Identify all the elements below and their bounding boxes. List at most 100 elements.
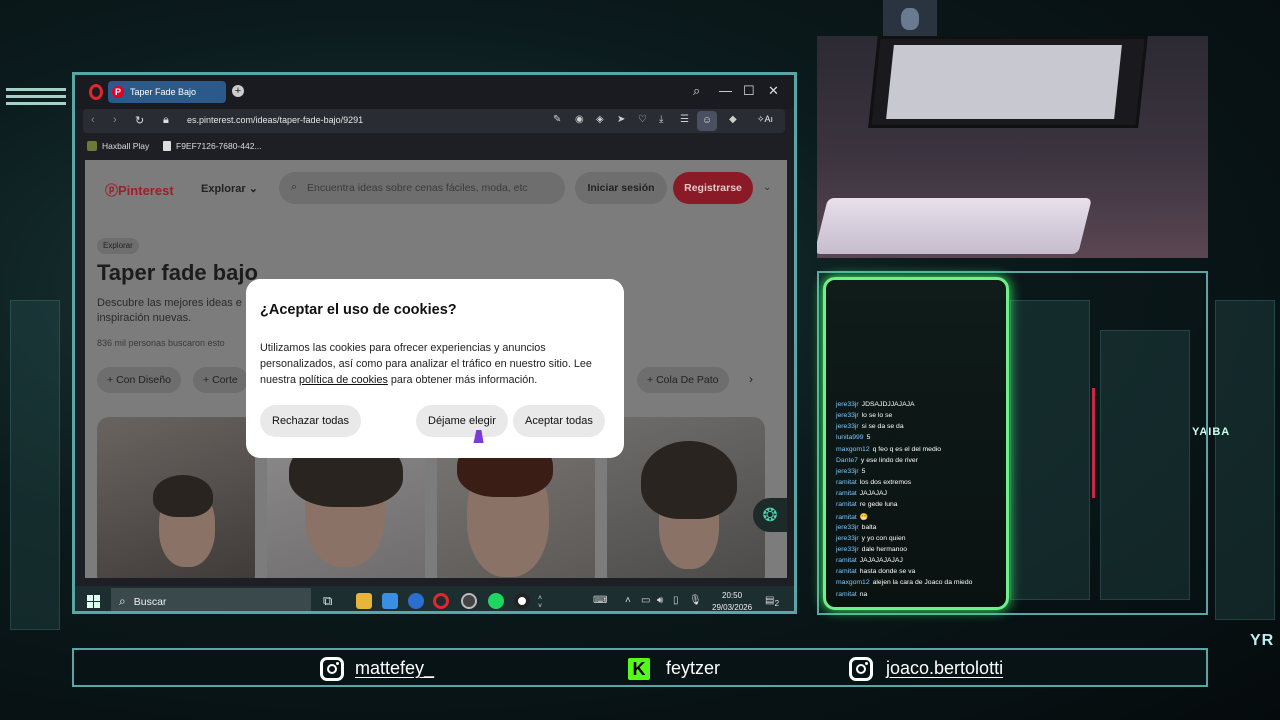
battery-icon[interactable]: ▯ (673, 595, 679, 606)
chat-username[interactable]: ramitat (836, 557, 857, 564)
chat-username[interactable]: ramitat (836, 591, 857, 598)
chat-username[interactable]: ramitat (836, 501, 857, 508)
clock-date: 29/03/2026 (712, 603, 753, 612)
minimize-icon[interactable]: — (719, 83, 732, 98)
accept-all-button[interactable]: Aceptar todas (513, 405, 605, 437)
chat-username[interactable]: jere33jr (836, 524, 859, 531)
camera-icon[interactable]: ◉ (575, 114, 584, 125)
instagram-icon (849, 657, 873, 681)
chip-cola-de-pato[interactable]: + Cola De Pato (637, 367, 729, 393)
new-tab-icon[interactable]: + (232, 85, 244, 97)
explore-menu[interactable]: Explorar ⌄ (201, 182, 258, 195)
edit-icon[interactable]: ✎ (553, 114, 561, 125)
chevron-up-icon[interactable]: ˄ (625, 595, 631, 606)
chat-username[interactable]: jere33jr (836, 401, 859, 408)
browser-tab[interactable]: P Taper Fade Bajo (108, 81, 226, 103)
chat-username[interactable]: lunita999 (836, 434, 864, 441)
obs-icon[interactable] (461, 593, 477, 609)
network-icon[interactable]: ▭ (641, 595, 650, 606)
scroll-arrows-icon[interactable]: ˄ ˅ (538, 595, 542, 611)
notifications-icon[interactable]: ▤2 (765, 595, 779, 608)
chat-username[interactable]: ramitat (836, 568, 857, 575)
heart-icon[interactable]: ♡ (638, 114, 647, 125)
pin-image[interactable] (97, 417, 255, 578)
forward-icon[interactable]: › (113, 114, 117, 126)
search-placeholder: Encuentra ideas sobre cenas fáciles, mod… (307, 182, 528, 194)
opera-taskbar-icon[interactable] (433, 593, 449, 609)
chat-username[interactable]: Dante7 (836, 457, 858, 464)
menu-icon[interactable]: ☰ (680, 114, 689, 125)
background-stripes (6, 88, 66, 108)
kick-icon: K (628, 658, 650, 680)
chat-username[interactable]: ramitat (836, 479, 857, 486)
background-building (10, 300, 60, 630)
stream-chat: jere33jr JDSAJDJJAJAJA jere33jr lo se lo se… (823, 277, 1009, 610)
close-icon[interactable]: ✕ (768, 83, 779, 99)
chat-username[interactable]: jere33jr (836, 423, 859, 430)
instagram-handle-1[interactable]: mattefey_ (355, 658, 434, 679)
chat-username[interactable]: jere33jr (836, 546, 859, 553)
send-icon[interactable]: ➤ (617, 114, 625, 125)
chip-corte[interactable]: + Corte (193, 367, 248, 393)
chevron-down-icon[interactable]: ⌄ (763, 182, 771, 193)
kick-handle[interactable]: feytzer (666, 658, 720, 679)
keyboard-icon[interactable]: ⌨ (593, 595, 607, 606)
windows-start-icon[interactable] (87, 595, 100, 608)
cookie-text: para obtener más información. (387, 374, 538, 386)
chevron-right-icon[interactable]: › (749, 372, 753, 386)
pin-image[interactable] (607, 417, 765, 578)
store-icon[interactable] (382, 593, 398, 609)
let-me-choose-button[interactable]: Déjame elegir (416, 405, 508, 437)
reject-all-button[interactable]: Rechazar todas (260, 405, 362, 437)
pin-hair (641, 441, 737, 519)
taskbar-clock[interactable]: 20:50 29/03/2026 (712, 590, 753, 612)
microphone-icon[interactable]: 🎙︎ (689, 595, 702, 606)
volume-icon[interactable]: 🔊︎ (657, 595, 663, 606)
assistant-icon[interactable]: ❂ (753, 498, 787, 532)
chat-username[interactable]: ramitat (836, 514, 857, 521)
download-icon[interactable]: ⤓ (659, 114, 663, 125)
chat-message: ramitat los dos extremos (836, 479, 911, 486)
back-icon[interactable]: ‹ (91, 114, 95, 126)
url-input[interactable]: es.pinterest.com/ideas/taper-fade-bajo/9… (187, 115, 363, 125)
corner-sign: YR (1250, 632, 1275, 649)
chat-message: maxgom12 q feo q es el del medio (836, 446, 941, 453)
chat-username[interactable]: jere33jr (836, 412, 859, 419)
chat-username[interactable]: maxgom12 (836, 446, 870, 453)
windows-taskbar: ⌕ Buscar ⧉ ˄ ˅ ⌨ ˄ ▭ 🔊︎ ▯ 🎙︎ 20:50 29/03/… (75, 586, 794, 612)
cookie-policy-link[interactable]: política de cookies (299, 374, 388, 386)
chat-message: ramitat hasta donde se va (836, 568, 915, 575)
mail-icon[interactable] (408, 593, 424, 609)
monitor-screen (886, 45, 1122, 119)
extension-cube-icon[interactable]: ◆ (729, 114, 737, 125)
app-icon[interactable] (514, 593, 530, 609)
spotify-icon[interactable] (488, 593, 504, 609)
chat-text: hasta donde se va (859, 568, 916, 576)
instagram-handle-2[interactable]: joaco.bertolotti (886, 658, 1003, 679)
ai-button[interactable]: ✧Aı (757, 114, 773, 125)
chat-username[interactable]: maxgom12 (836, 579, 870, 586)
task-view-icon[interactable]: ⧉ (323, 593, 339, 609)
opera-logo-icon[interactable] (89, 84, 103, 100)
chip-con-diseno[interactable]: + Con Diseño (97, 367, 181, 393)
login-button[interactable]: Iniciar sesión (575, 172, 667, 204)
chat-username[interactable]: ramitat (836, 490, 857, 497)
search-input[interactable]: ⌕ Encuentra ideas sobre cenas fáciles, m… (279, 172, 565, 204)
maximize-icon[interactable]: ☐ (743, 83, 755, 99)
shield-icon[interactable]: ◈ (596, 114, 604, 125)
chat-message: ramitat re gede luna (836, 501, 898, 508)
bookmark-file[interactable]: F9EF7126-7680-442... (163, 141, 262, 151)
chat-username[interactable]: jere33jr (836, 468, 859, 475)
bookmark-haxball[interactable]: Haxball Play (87, 141, 149, 151)
register-button[interactable]: Registrarse (673, 172, 753, 204)
chat-text: 5 (861, 467, 866, 475)
reload-icon[interactable]: ↻ (135, 114, 144, 127)
search-tabs-icon[interactable]: ⌕ (693, 83, 700, 99)
file-explorer-icon[interactable] (356, 593, 372, 609)
taskbar-search[interactable]: ⌕ Buscar (111, 588, 311, 611)
profile-icon[interactable]: ☺ (697, 111, 717, 131)
chat-username[interactable]: jere33jr (836, 535, 859, 542)
pinterest-logo[interactable]: ⓟPinterest (105, 180, 174, 199)
lock-icon[interactable]: 🔒︎ (163, 114, 169, 127)
breadcrumb[interactable]: Explorar (97, 238, 139, 254)
